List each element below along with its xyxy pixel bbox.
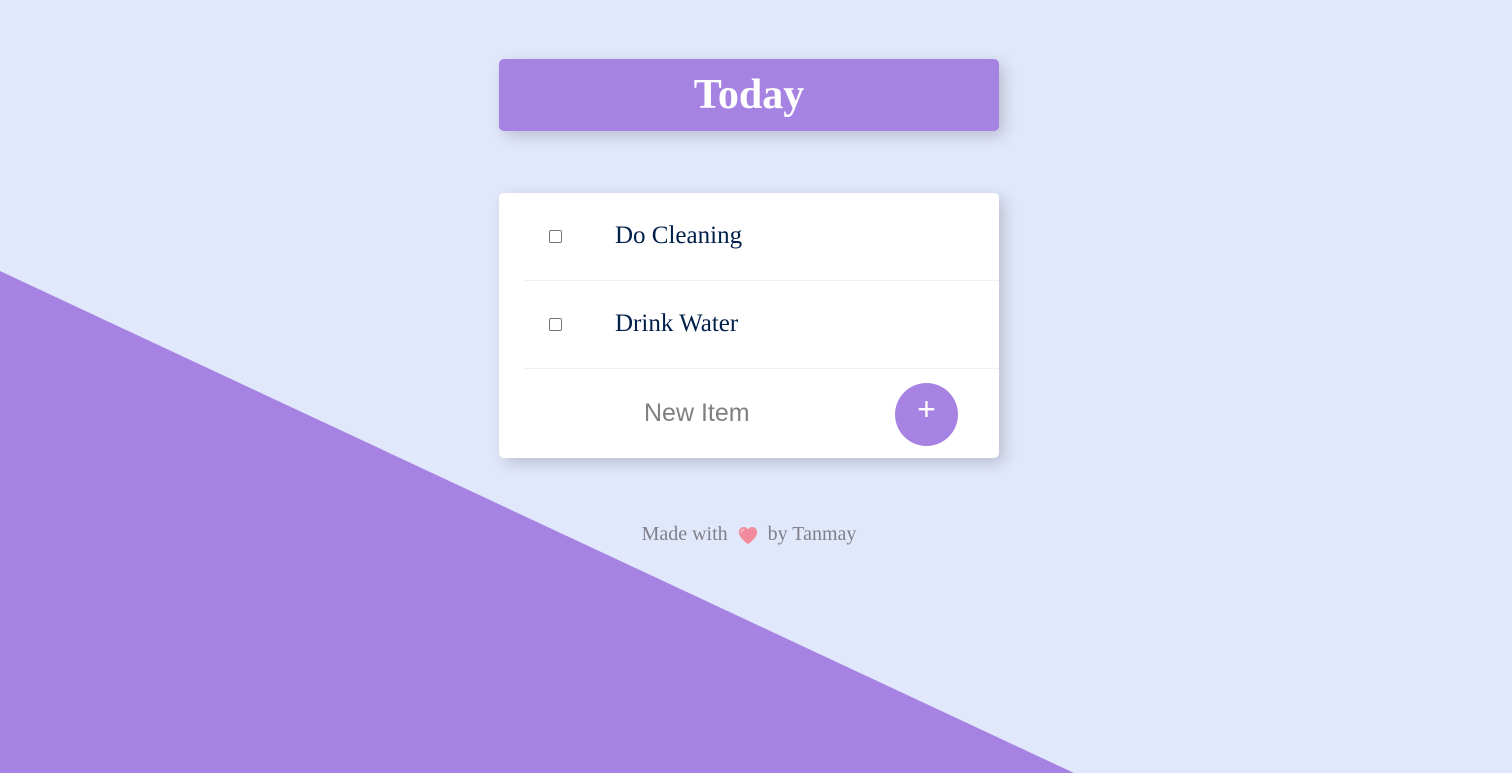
item-label: Drink Water	[615, 310, 739, 337]
footer-suffix: by Tanmay	[767, 523, 857, 545]
item-checkbox[interactable]	[549, 318, 562, 331]
heart-icon	[738, 526, 757, 544]
item-checkbox[interactable]	[549, 230, 562, 243]
todo-card: Do Cleaning Drink Water +	[499, 193, 999, 458]
item-label: Do Cleaning	[615, 222, 743, 249]
list-item: Do Cleaning	[524, 193, 999, 281]
new-item-input[interactable]	[629, 393, 884, 433]
heading-box: Today	[499, 59, 999, 131]
footer: Made with by Tanmay	[0, 523, 1498, 546]
footer-prefix: Made with	[641, 523, 728, 545]
list-item: Drink Water	[524, 281, 999, 369]
add-item-button[interactable]: +	[895, 383, 958, 446]
page-title: Today	[693, 72, 805, 118]
